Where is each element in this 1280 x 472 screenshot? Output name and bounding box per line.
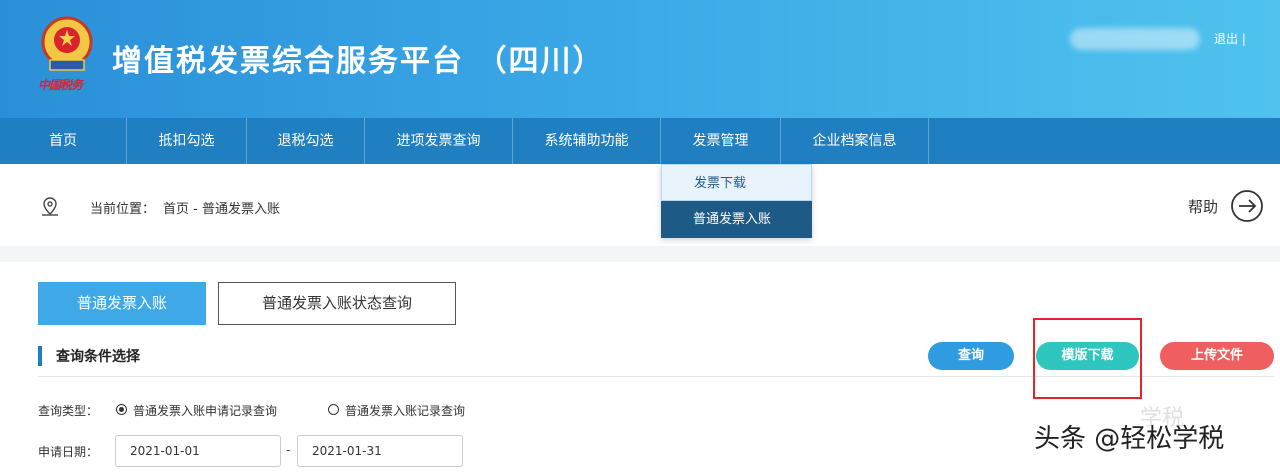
- nav-item-deduction[interactable]: 抵扣勾选: [127, 118, 247, 164]
- upload-file-button[interactable]: 上传文件: [1160, 342, 1274, 370]
- date-from-input[interactable]: 2021-01-01: [115, 435, 281, 467]
- breadcrumb: 首页 - 普通发票入账: [163, 202, 280, 217]
- breadcrumb-label: 当前位置：: [90, 202, 156, 217]
- section-title: 查询条件选择: [56, 349, 140, 365]
- location-pin-icon: [42, 197, 58, 216]
- query-button[interactable]: 查询: [928, 342, 1014, 370]
- tab-entry-status-query[interactable]: 普通发票入账状态查询: [218, 282, 456, 325]
- query-type-label: 查询类型：: [38, 404, 99, 418]
- nav-item-tax-refund[interactable]: 退税勾选: [247, 118, 365, 164]
- tax-emblem-icon: [41, 16, 93, 71]
- date-label: 申请日期：: [38, 445, 99, 459]
- main-nav: 首页 抵扣勾选 退税勾选 进项发票查询 系统辅助功能 发票管理 企业档案信息: [0, 118, 1280, 164]
- header-banner: 中国税务 增值税发票综合服务平台 （四川） 退出 |: [0, 0, 1280, 118]
- arrow-right-circle-icon[interactable]: [1230, 189, 1264, 223]
- radio-application-record[interactable]: [116, 404, 127, 415]
- nav-item-input-invoice-query[interactable]: 进项发票查询: [365, 118, 513, 164]
- menu-item-invoice-download[interactable]: 发票下载: [661, 164, 812, 201]
- nav-item-system-tools[interactable]: 系统辅助功能: [513, 118, 661, 164]
- menu-item-ordinary-invoice-entry[interactable]: 普通发票入账: [661, 201, 812, 238]
- nav-item-home[interactable]: 首页: [0, 118, 127, 164]
- radio-label-entry-record: 普通发票入账记录查询: [345, 404, 466, 418]
- annotation-highlight-box: [1033, 318, 1142, 399]
- nav-item-invoice-management[interactable]: 发票管理: [661, 118, 781, 164]
- invoice-management-dropdown: 发票下载 普通发票入账: [661, 164, 812, 238]
- tab-ordinary-invoice-entry[interactable]: 普通发票入账: [38, 282, 206, 325]
- emblem-caption: 中国税务: [38, 78, 83, 92]
- user-info-blurred: [1070, 28, 1200, 50]
- section-accent-bar: [38, 346, 42, 366]
- watermark-text: 头条 @轻松学税: [1034, 424, 1225, 454]
- help-link[interactable]: 帮助: [1188, 196, 1218, 217]
- date-separator: -: [286, 443, 291, 457]
- date-to-input[interactable]: 2021-01-31: [297, 435, 463, 467]
- nav-item-company-profile[interactable]: 企业档案信息: [781, 118, 929, 164]
- logout-link[interactable]: 退出 |: [1214, 30, 1246, 47]
- radio-entry-record[interactable]: [328, 404, 339, 415]
- radio-label-application-record: 普通发票入账申请记录查询: [133, 404, 278, 418]
- site-title: 增值税发票综合服务平台 （四川）: [112, 44, 605, 79]
